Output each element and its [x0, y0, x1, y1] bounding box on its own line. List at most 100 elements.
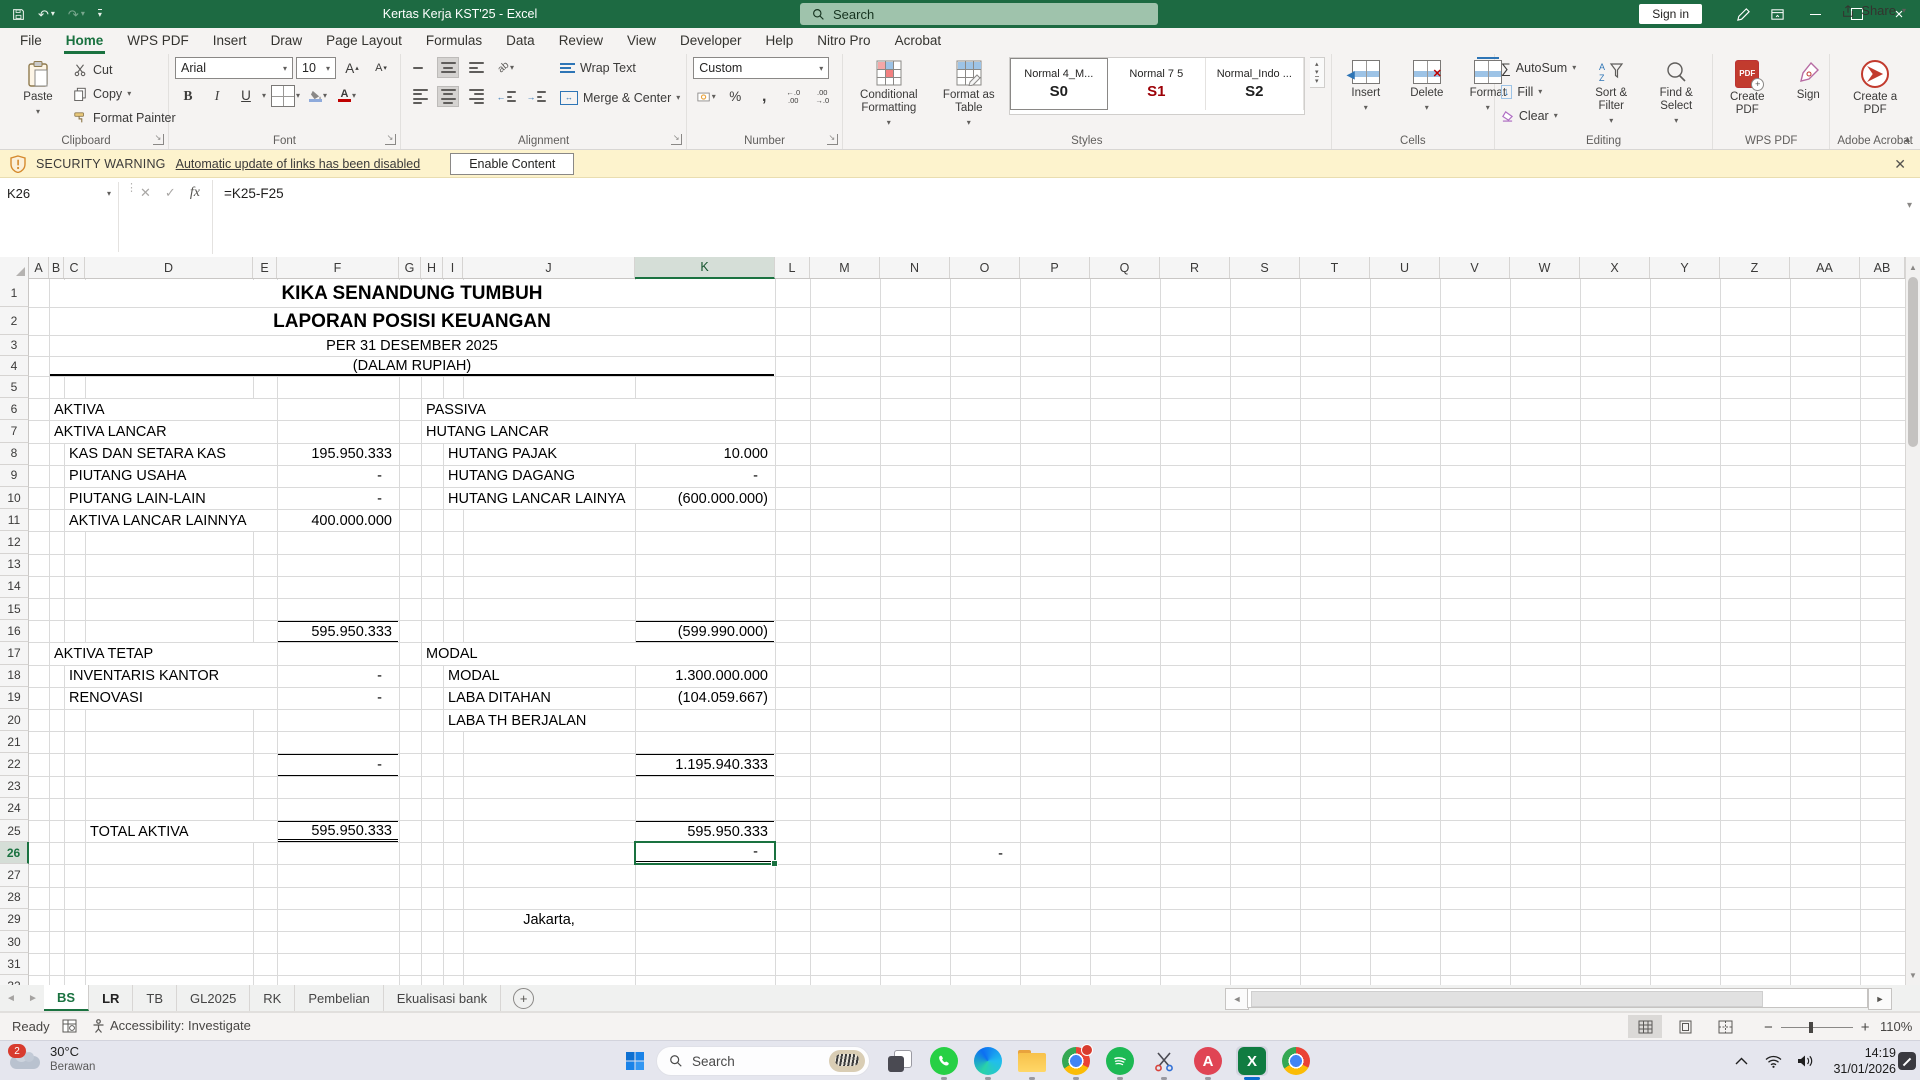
- column-header-M[interactable]: M: [810, 257, 880, 278]
- share-button[interactable]: Share ▾: [1841, 3, 1906, 18]
- row-header-23[interactable]: 23: [0, 776, 29, 798]
- cell-B7[interactable]: AKTIVA LANCAR: [50, 421, 276, 442]
- volume-icon[interactable]: [1790, 1041, 1820, 1081]
- row-header-25[interactable]: 25: [0, 820, 29, 842]
- scroll-down-icon[interactable]: ▼: [1906, 967, 1920, 983]
- cell-C11[interactable]: AKTIVA LANCAR LAINNYA: [65, 510, 276, 531]
- fill-color-button[interactable]: ▾: [305, 85, 331, 106]
- formula-input[interactable]: =K25-F25: [224, 186, 284, 201]
- align-top-button[interactable]: [407, 57, 433, 78]
- column-header-F[interactable]: F: [277, 257, 399, 278]
- cell-B3[interactable]: PER 31 DESEMBER 2025: [50, 336, 774, 356]
- column-header-T[interactable]: T: [1300, 257, 1370, 278]
- decrease-decimal-button[interactable]: .00→.0: [809, 86, 835, 107]
- zoom-level[interactable]: 110%: [1880, 1019, 1912, 1034]
- row-header-20[interactable]: 20: [0, 709, 29, 731]
- cell-K18[interactable]: 1.300.000.000: [636, 666, 774, 687]
- ribbon-tab-file[interactable]: File: [8, 28, 54, 54]
- clipboard-dialog-launcher[interactable]: ↘: [153, 134, 164, 145]
- row-header-22[interactable]: 22: [0, 753, 29, 775]
- cell-F10[interactable]: -: [278, 488, 398, 509]
- column-header-I[interactable]: I: [443, 257, 463, 278]
- name-box[interactable]: K26 ▾: [0, 180, 118, 206]
- formula-bar-grip[interactable]: ⋮: [126, 186, 130, 190]
- undo-icon[interactable]: ↶▾: [38, 8, 55, 21]
- sheet-tab-bs[interactable]: BS: [44, 985, 89, 1011]
- hscroll-right-icon[interactable]: ►: [1868, 988, 1892, 1010]
- sign-button[interactable]: Sign: [1780, 57, 1836, 105]
- excel-icon[interactable]: X: [1236, 1046, 1268, 1076]
- cell-B4[interactable]: (DALAM RUPIAH): [50, 357, 774, 376]
- cell-I18[interactable]: MODAL: [444, 666, 634, 687]
- cell-K25[interactable]: 595.950.333: [636, 821, 774, 842]
- cell-I9[interactable]: HUTANG DAGANG: [444, 466, 634, 487]
- wifi-icon[interactable]: [1758, 1041, 1788, 1081]
- title-search-box[interactable]: Search: [800, 3, 1158, 25]
- ribbon-tab-review[interactable]: Review: [547, 28, 615, 54]
- column-header-L[interactable]: L: [775, 257, 810, 278]
- chrome-secondary-icon[interactable]: [1280, 1046, 1312, 1076]
- column-header-H[interactable]: H: [421, 257, 443, 278]
- cell-F18[interactable]: -: [278, 666, 398, 687]
- weather-widget[interactable]: 2 30°C Berawan: [10, 1044, 95, 1075]
- task-view-icon[interactable]: [884, 1046, 916, 1076]
- edge-icon[interactable]: [972, 1046, 1004, 1076]
- create-a-pdf-button[interactable]: Create a PDF: [1836, 57, 1914, 120]
- alignment-dialog-launcher[interactable]: ↘: [671, 134, 682, 145]
- enter-formula-icon[interactable]: ✓: [165, 185, 176, 201]
- decrease-indent-button[interactable]: ←: [493, 86, 519, 107]
- column-header-G[interactable]: G: [399, 257, 421, 278]
- accessibility-status[interactable]: Accessibility: Investigate: [92, 1018, 251, 1033]
- format-painter-button[interactable]: Format Painter: [71, 107, 176, 128]
- save-icon[interactable]: [12, 8, 25, 21]
- cell-B1[interactable]: KIKA SENANDUNG TUMBUH: [50, 280, 774, 307]
- column-header-S[interactable]: S: [1230, 257, 1300, 278]
- cell-K10[interactable]: (600.000.000): [636, 488, 774, 509]
- row-header-17[interactable]: 17: [0, 642, 29, 664]
- spotify-icon[interactable]: [1104, 1046, 1136, 1076]
- ribbon-tab-data[interactable]: Data: [494, 28, 547, 54]
- cell-F25[interactable]: 595.950.333: [278, 821, 398, 842]
- column-header-B[interactable]: B: [49, 257, 64, 278]
- italic-button[interactable]: I: [204, 85, 230, 106]
- warning-close-icon[interactable]: ✕: [1894, 156, 1906, 173]
- column-header-P[interactable]: P: [1020, 257, 1090, 278]
- page-layout-view-button[interactable]: [1668, 1015, 1702, 1038]
- snipping-tool-icon[interactable]: [1148, 1046, 1180, 1076]
- cell-H7[interactable]: HUTANG LANCAR: [422, 421, 774, 442]
- borders-button[interactable]: ▾: [269, 85, 302, 106]
- sheet-nav-left-icon[interactable]: ◄: [0, 985, 22, 1011]
- ribbon-tab-acrobat[interactable]: Acrobat: [883, 28, 954, 54]
- shrink-font-button[interactable]: A▾: [368, 58, 394, 79]
- customize-qat-icon[interactable]: ▾: [98, 9, 102, 19]
- row-header-8[interactable]: 8: [0, 443, 29, 465]
- security-warning-link[interactable]: Automatic update of links has been disab…: [176, 157, 421, 171]
- whatsapp-icon[interactable]: [928, 1046, 960, 1076]
- cell-I10[interactable]: HUTANG LANCAR LAINYA: [444, 488, 634, 509]
- number-dialog-launcher[interactable]: ↘: [827, 134, 838, 145]
- grow-font-button[interactable]: A▴: [339, 58, 365, 79]
- row-header-10[interactable]: 10: [0, 487, 29, 509]
- taskbar-clock[interactable]: 14:19 31/01/2026: [1822, 1046, 1896, 1077]
- horizontal-scroll-thumb[interactable]: [1251, 991, 1763, 1007]
- sheet-tab-gl2025[interactable]: GL2025: [177, 985, 250, 1011]
- row-header-29[interactable]: 29: [0, 909, 29, 931]
- insert-function-icon[interactable]: fx: [190, 185, 200, 201]
- insert-cells-button[interactable]: ◀ Insert ▾: [1338, 57, 1394, 115]
- wrap-text-button[interactable]: Wrap Text: [560, 57, 680, 78]
- font-name-combo[interactable]: Arial▾: [175, 57, 293, 79]
- row-header-11[interactable]: 11: [0, 509, 29, 531]
- paste-button[interactable]: Paste ▾: [10, 57, 66, 119]
- font-color-button[interactable]: A ▾: [334, 85, 360, 106]
- page-break-view-button[interactable]: [1708, 1015, 1742, 1038]
- fill-handle[interactable]: [771, 860, 778, 867]
- cell-B2[interactable]: LAPORAN POSISI KEUANGAN: [50, 308, 774, 335]
- column-header-D[interactable]: D: [85, 257, 253, 278]
- row-header-21[interactable]: 21: [0, 731, 29, 753]
- row-header-3[interactable]: 3: [0, 335, 29, 356]
- row-header-2[interactable]: 2: [0, 307, 29, 335]
- minimize-button[interactable]: [1794, 0, 1836, 28]
- column-header-C[interactable]: C: [64, 257, 85, 278]
- column-header-A[interactable]: A: [29, 257, 49, 278]
- expand-formula-bar-icon[interactable]: ▾: [1907, 200, 1912, 211]
